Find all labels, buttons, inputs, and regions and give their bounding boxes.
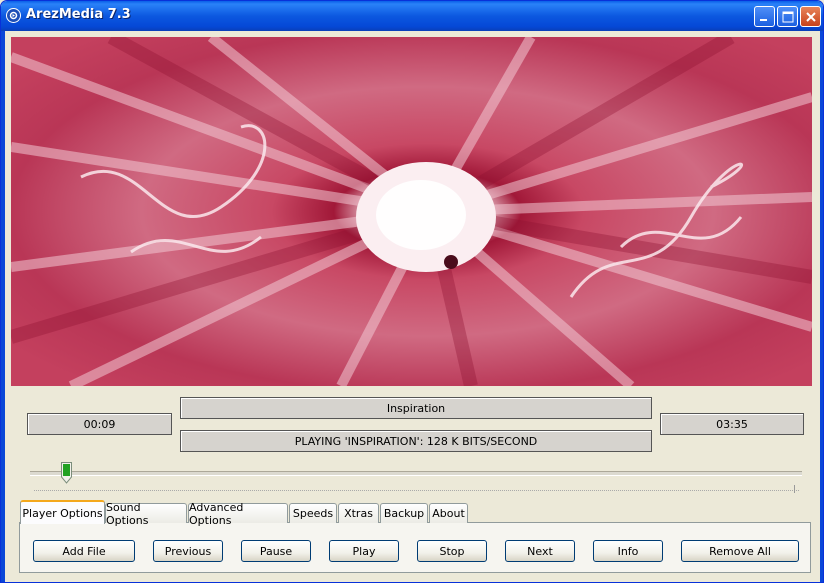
- maximize-button[interactable]: [777, 6, 798, 27]
- elapsed-time-display: 00:09: [27, 413, 172, 435]
- stop-button[interactable]: Stop: [417, 540, 487, 562]
- previous-button[interactable]: Previous: [153, 540, 223, 562]
- tab-advanced-options[interactable]: Advanced Options: [188, 501, 288, 527]
- remove-all-button[interactable]: Remove All: [681, 540, 799, 562]
- window-title: ArezMedia 7.3: [26, 7, 131, 22]
- seek-bar-track[interactable]: [30, 471, 802, 476]
- tab-about[interactable]: About: [429, 503, 468, 523]
- window-border-right: [820, 31, 823, 582]
- close-icon: [806, 12, 816, 22]
- status-display: PLAYING 'INSPIRATION': 128 K BITS/SECOND: [180, 430, 652, 452]
- track-title-display: Inspiration: [180, 397, 652, 419]
- tab-backup[interactable]: Backup: [380, 503, 428, 523]
- add-file-button[interactable]: Add File: [33, 540, 135, 562]
- visualization-image: [11, 37, 812, 386]
- app-window: ArezMedia 7.3 00:09 Inspiration PLAYING …: [0, 0, 824, 583]
- maximize-icon: [782, 11, 794, 23]
- seek-bar-end-tick: [794, 485, 795, 493]
- seek-bar-ticks: [34, 486, 799, 491]
- next-button[interactable]: Next: [505, 540, 575, 562]
- minimize-icon: [760, 19, 767, 21]
- close-button[interactable]: [800, 6, 821, 27]
- seek-bar-thumb[interactable]: [61, 462, 72, 484]
- total-time-display: 03:35: [660, 413, 804, 435]
- info-button[interactable]: Info: [593, 540, 663, 562]
- title-bar[interactable]: ArezMedia 7.3: [1, 1, 823, 31]
- tab-xtras[interactable]: Xtras: [338, 503, 379, 523]
- visualization-display[interactable]: [11, 37, 812, 386]
- tab-speeds[interactable]: Speeds: [289, 503, 337, 523]
- tab-player-options[interactable]: Player Options: [20, 500, 105, 524]
- minimize-button[interactable]: [754, 6, 775, 27]
- app-logo-icon[interactable]: [6, 8, 21, 23]
- pause-button[interactable]: Pause: [241, 540, 311, 562]
- play-button[interactable]: Play: [329, 540, 399, 562]
- window-border-left: [1, 31, 5, 582]
- tab-sound-options[interactable]: Sound Options: [105, 501, 187, 527]
